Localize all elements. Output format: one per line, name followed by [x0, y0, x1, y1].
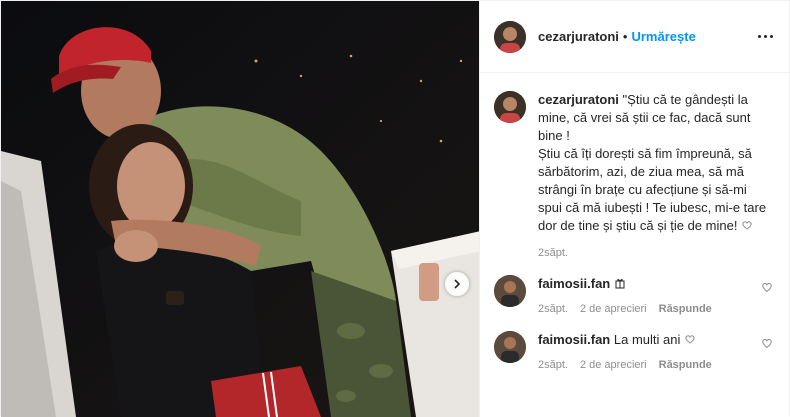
comment-meta: 2săpt. 2 de aprecieri Răspunde — [538, 303, 738, 315]
comment-username[interactable]: faimosii.fan — [538, 332, 610, 347]
comment-time[interactable]: 2săpt. — [538, 359, 568, 371]
photo-illustration — [1, 1, 479, 417]
avatar-image — [494, 275, 526, 307]
comment-time[interactable]: 2săpt. — [538, 303, 568, 315]
author-username[interactable]: cezarjuratoni — [538, 29, 619, 44]
caption-time[interactable]: 2săpt. — [538, 247, 773, 259]
post-container: cezarjuratoni • Urmărește cezarjuratoni … — [0, 0, 790, 417]
author-avatar[interactable] — [494, 20, 526, 53]
next-photo-button[interactable] — [445, 272, 469, 296]
comment-body: faimosii.fan La multi ani 2săpt. 2 de ap… — [538, 331, 738, 371]
comment-text: La multi ani — [613, 332, 681, 347]
post-header: cezarjuratoni • Urmărește — [480, 1, 789, 73]
post-sidebar: cezarjuratoni • Urmărește cezarjuratoni … — [479, 1, 789, 417]
caption-username[interactable]: cezarjuratoni — [538, 92, 619, 107]
comment-likes[interactable]: 2 de aprecieri — [580, 303, 647, 315]
caption: cezarjuratoni "Știu că te gândești la mi… — [494, 91, 773, 235]
separator-dot: • — [622, 29, 628, 44]
comment-username[interactable]: faimosii.fan — [538, 276, 610, 291]
reply-button[interactable]: Răspunde — [659, 359, 712, 371]
avatar-image — [494, 331, 526, 363]
caption-avatar[interactable] — [494, 91, 526, 123]
post-photo[interactable] — [1, 1, 479, 417]
comments-list: cezarjuratoni "Știu că te gândești la mi… — [480, 73, 789, 371]
chevron-right-icon — [454, 279, 461, 289]
caption-body: cezarjuratoni "Știu că te gândești la mi… — [538, 91, 773, 235]
heart-outline-icon[interactable] — [761, 281, 773, 293]
caption-text: "Știu că te gândești la mine, că vrei să… — [538, 92, 767, 233]
more-options-icon[interactable] — [758, 35, 773, 38]
comment-item: faimosii.fan La multi ani 2săpt. 2 de ap… — [494, 331, 773, 371]
comment-likes[interactable]: 2 de aprecieri — [580, 359, 647, 371]
commenter-avatar[interactable] — [494, 331, 526, 363]
gift-emoji-icon — [615, 279, 625, 289]
avatar-image — [494, 20, 526, 53]
hearts-emoji-icon — [742, 221, 752, 230]
comment-meta: 2săpt. 2 de aprecieri Răspunde — [538, 359, 738, 371]
commenter-avatar[interactable] — [494, 275, 526, 307]
hearts-emoji-icon — [685, 335, 695, 344]
follow-button[interactable]: Urmărește — [631, 29, 695, 44]
heart-outline-icon[interactable] — [761, 337, 773, 349]
reply-button[interactable]: Răspunde — [659, 303, 712, 315]
comment-item: faimosii.fan 2săpt. 2 de aprecieri Răspu… — [494, 275, 773, 315]
avatar-image — [494, 91, 526, 123]
comment-body: faimosii.fan 2săpt. 2 de aprecieri Răspu… — [538, 275, 738, 315]
